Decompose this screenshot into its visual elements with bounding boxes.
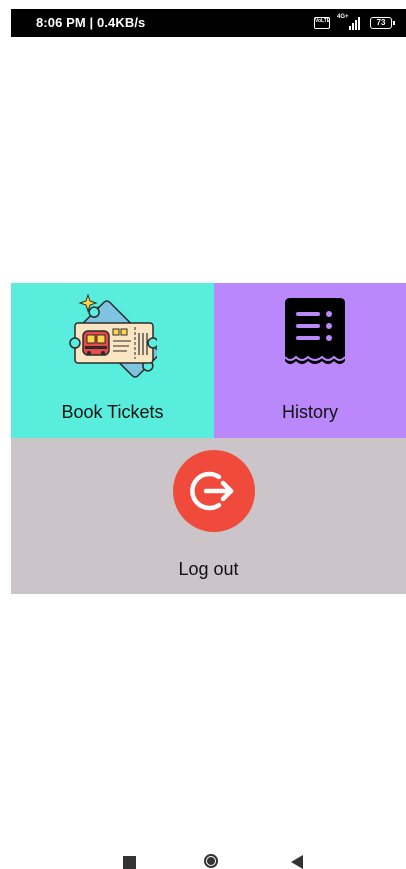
history-label: History xyxy=(281,402,338,422)
status-bar: 8:06 PM | 0.4KB/s VoLTE 4G+ 73 xyxy=(11,9,406,37)
logout-arrow-icon xyxy=(173,450,255,532)
receipt-icon xyxy=(284,298,346,364)
book-tickets-label: Book Tickets xyxy=(61,402,164,422)
signal-icon: 4G+ xyxy=(337,14,363,30)
navigation-bar xyxy=(0,848,406,869)
square-icon[interactable] xyxy=(123,856,136,869)
circle-icon[interactable] xyxy=(204,854,218,868)
network-type-label: 4G+ xyxy=(337,14,349,20)
logout-label: Log out xyxy=(178,559,239,579)
status-time-speed: 8:06 PM | 0.4KB/s xyxy=(36,15,146,30)
train-ticket-icon xyxy=(69,293,157,378)
history-button[interactable]: History xyxy=(214,283,406,438)
book-tickets-button[interactable]: Book Tickets xyxy=(11,283,214,438)
status-icons: VoLTE 4G+ 73 xyxy=(314,14,395,32)
back-triangle-icon[interactable] xyxy=(291,855,303,869)
volte-icon: VoLTE xyxy=(314,17,330,29)
battery-level: 73 xyxy=(376,18,386,27)
battery-icon: 73 xyxy=(370,17,395,29)
logout-button[interactable]: Log out xyxy=(11,438,406,594)
